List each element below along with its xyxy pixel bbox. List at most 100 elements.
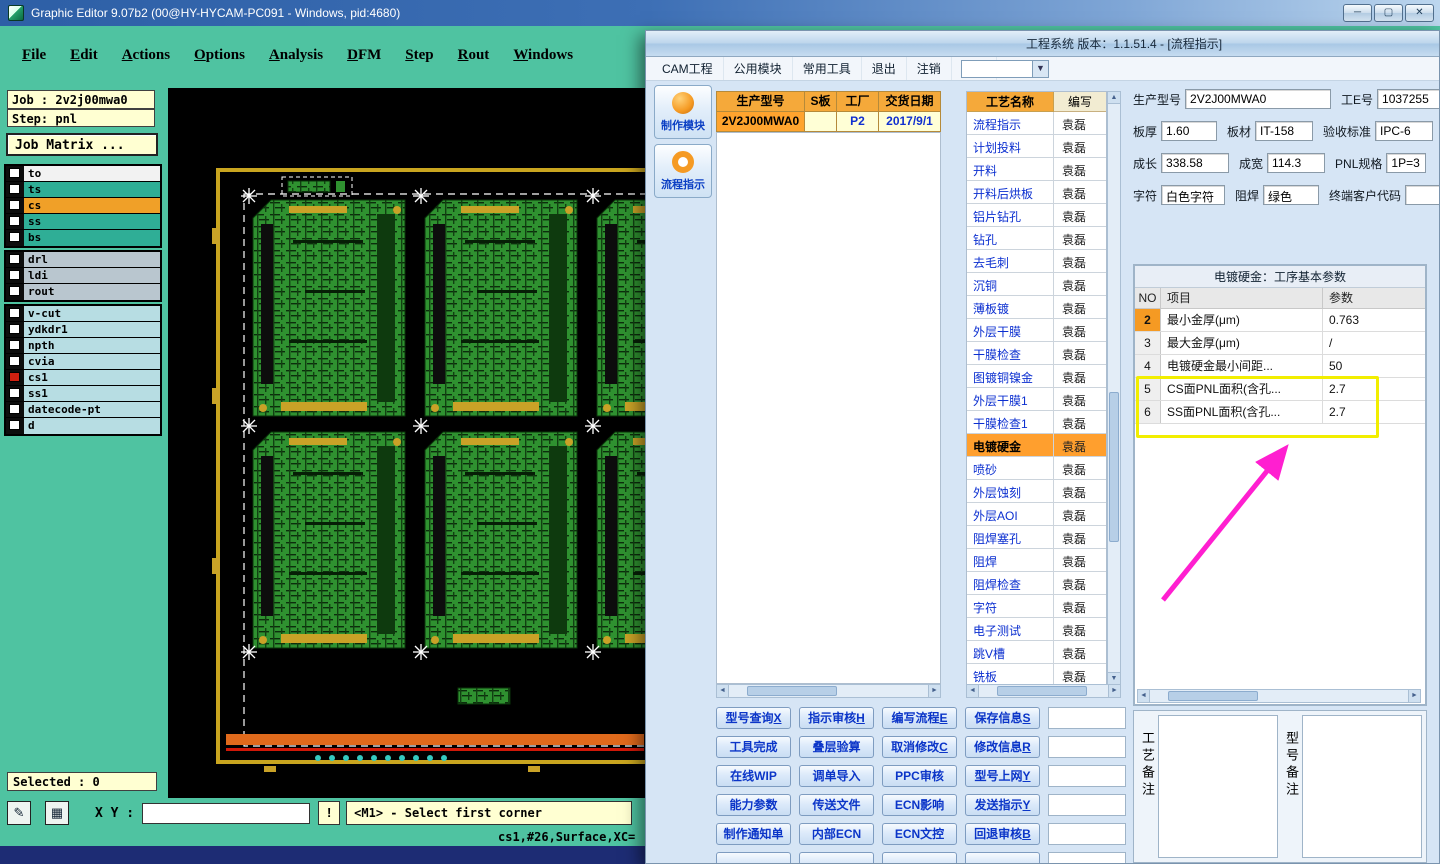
process-row-阻焊[interactable]: 阻焊 袁磊 [967, 549, 1106, 572]
action-button-发送指示Y[interactable]: 发送指示Y [965, 794, 1040, 816]
process-row-干膜检查1[interactable]: 干膜检查1 袁磊 [967, 411, 1106, 434]
process-row-去毛刺[interactable]: 去毛刺 袁磊 [967, 250, 1106, 273]
ge-menu-actions[interactable]: Actions [122, 47, 170, 64]
board-thickness-value[interactable]: 1.60 [1161, 121, 1218, 141]
pcb-layout-graphic[interactable] [168, 88, 645, 798]
action-button-指示审核H[interactable]: 指示审核H [799, 707, 874, 729]
product-cell[interactable]: 2V2J00MWA0 [717, 112, 805, 132]
layer-row-datecode-pt[interactable]: datecode-pt [6, 402, 160, 418]
action-button-保存信息S[interactable]: 保存信息S [965, 707, 1040, 729]
action-button-ECN影响[interactable]: ECN影响 [882, 794, 957, 816]
ge-menu-step[interactable]: Step [405, 47, 433, 64]
action-blank-field[interactable] [1048, 794, 1126, 816]
chevron-down-icon[interactable]: ▼ [1032, 61, 1048, 77]
scrollbar-thumb[interactable] [747, 686, 837, 696]
end-customer-code-value[interactable] [1405, 185, 1439, 205]
process-row-图镀铜镍金[interactable]: 图镀铜镍金 袁磊 [967, 365, 1106, 388]
grid-tool-icon[interactable]: ▦ [45, 801, 69, 825]
silkscreen-value[interactable]: 白色字符 [1161, 185, 1226, 205]
param-row-4[interactable]: 4 电镀硬金最小间距... 50 [1135, 355, 1425, 378]
action-button-clipped[interactable] [965, 852, 1040, 863]
layer-checkbox[interactable] [9, 308, 20, 318]
layer-checkbox[interactable] [9, 372, 20, 382]
minimize-icon[interactable]: ─ [1343, 4, 1372, 22]
width-value[interactable]: 114.3 [1267, 153, 1326, 173]
action-button-制作通知单[interactable]: 制作通知单 [716, 823, 791, 845]
product-horizontal-scrollbar[interactable]: ◄ ► [716, 684, 941, 698]
layer-checkbox[interactable] [9, 168, 20, 178]
scroll-right-icon[interactable]: ► [1408, 690, 1420, 702]
layer-checkbox[interactable] [9, 216, 20, 226]
maximize-icon[interactable]: ▢ [1374, 4, 1403, 22]
action-blank-field[interactable] [1048, 765, 1126, 787]
scrollbar-thumb[interactable] [997, 686, 1087, 696]
action-button-调单导入[interactable]: 调单导入 [799, 765, 874, 787]
scrollbar-thumb[interactable] [1109, 392, 1119, 542]
eng-menu-退出[interactable]: 退出 [862, 57, 907, 80]
eng-menu-常用工具[interactable]: 常用工具 [793, 57, 862, 80]
action-button-型号查询X[interactable]: 型号查询X [716, 707, 791, 729]
ge-menu-rout[interactable]: Rout [458, 47, 490, 64]
layer-row-ss1[interactable]: ss1 [6, 386, 160, 402]
eng-menu-公用模块[interactable]: 公用模块 [724, 57, 793, 80]
close-icon[interactable]: ✕ [1405, 4, 1434, 22]
ge-menu-dfm[interactable]: DFM [347, 47, 381, 64]
action-button-型号上网Y[interactable]: 型号上网Y [965, 765, 1040, 787]
layer-checkbox[interactable] [9, 232, 20, 242]
action-button-clipped[interactable] [882, 852, 957, 863]
length-value[interactable]: 338.58 [1161, 153, 1230, 173]
layer-checkbox[interactable] [9, 270, 20, 280]
params-horizontal-scrollbar[interactable]: ◄ ► [1137, 689, 1421, 703]
scroll-up-icon[interactable]: ▲ [1108, 92, 1120, 104]
ge-menu-options[interactable]: Options [194, 47, 245, 64]
process-row-沉铜[interactable]: 沉铜 袁磊 [967, 273, 1106, 296]
product-model-value[interactable]: 2V2J00MWA0 [1185, 89, 1332, 109]
eng-menu-注销[interactable]: 注销 [907, 57, 952, 80]
process-row-计划投料[interactable]: 计划投料 袁磊 [967, 135, 1106, 158]
process-row-跳V槽[interactable]: 跳V槽 袁磊 [967, 641, 1106, 664]
process-row-电镀硬金[interactable]: 电镀硬金 袁磊 [967, 434, 1106, 457]
layer-row-drl[interactable]: drl [6, 252, 160, 268]
eng-titlebar[interactable]: 工程系统 版本：1.1.51.4 - [流程指示] [646, 31, 1439, 57]
action-button-叠层验算[interactable]: 叠层验算 [799, 736, 874, 758]
action-blank-field[interactable] [1048, 823, 1126, 845]
action-button-在线WIP[interactable]: 在线WIP [716, 765, 791, 787]
layer-row-v-cut[interactable]: v-cut [6, 306, 160, 322]
product-cell[interactable] [805, 112, 837, 132]
process-row-流程指示[interactable]: 流程指示 袁磊 [967, 112, 1106, 135]
process-row-喷砂[interactable]: 喷砂 袁磊 [967, 457, 1106, 480]
action-button-回退审核B[interactable]: 回退审核B [965, 823, 1040, 845]
process-row-薄板镀[interactable]: 薄板镀 袁磊 [967, 296, 1106, 319]
action-blank-field[interactable] [1048, 736, 1126, 758]
process-remark-textarea[interactable] [1158, 715, 1278, 858]
layer-row-ldi[interactable]: ldi [6, 268, 160, 284]
soldermask-value[interactable]: 绿色 [1263, 185, 1320, 205]
ge-titlebar[interactable]: Graphic Editor 9.07b2 (00@HY-HYCAM-PC091… [0, 0, 1440, 26]
action-button-内部ECN[interactable]: 内部ECN [799, 823, 874, 845]
ge-menu-edit[interactable]: Edit [70, 47, 98, 64]
layer-checkbox[interactable] [9, 254, 20, 264]
action-blank-field[interactable] [1048, 852, 1126, 863]
pnl-spec-value[interactable]: 1P=3 [1386, 153, 1427, 173]
process-instruction-button[interactable]: 流程指示 [654, 144, 712, 198]
scroll-down-icon[interactable]: ▼ [1108, 672, 1120, 684]
process-row-开料[interactable]: 开料 袁磊 [967, 158, 1106, 181]
layer-row-d[interactable]: d [6, 418, 160, 434]
layer-row-cs1[interactable]: cs1 [6, 370, 160, 386]
ge-menu-file[interactable]: File [22, 47, 46, 64]
process-row-电子测试[interactable]: 电子测试 袁磊 [967, 618, 1106, 641]
process-row-外层蚀刻[interactable]: 外层蚀刻 袁磊 [967, 480, 1106, 503]
layer-row-ydkdr1[interactable]: ydkdr1 [6, 322, 160, 338]
action-button-工具完成[interactable]: 工具完成 [716, 736, 791, 758]
process-row-干膜检查[interactable]: 干膜检查 袁磊 [967, 342, 1106, 365]
action-button-clipped[interactable] [799, 852, 874, 863]
process-horizontal-scrollbar[interactable]: ◄ ► [966, 684, 1121, 698]
acceptance-standard-value[interactable]: IPC-6 [1375, 121, 1434, 141]
param-row-2[interactable]: 2 最小金厚(μm) 0.763 [1135, 309, 1425, 332]
product-table-row[interactable]: 2V2J00MWA0 P2 2017/9/1 [717, 112, 941, 132]
action-button-编写流程E[interactable]: 编写流程E [882, 707, 957, 729]
layer-checkbox[interactable] [9, 420, 20, 430]
scroll-right-icon[interactable]: ► [928, 685, 940, 697]
layer-checkbox[interactable] [9, 356, 20, 366]
product-list-area[interactable] [716, 132, 941, 684]
